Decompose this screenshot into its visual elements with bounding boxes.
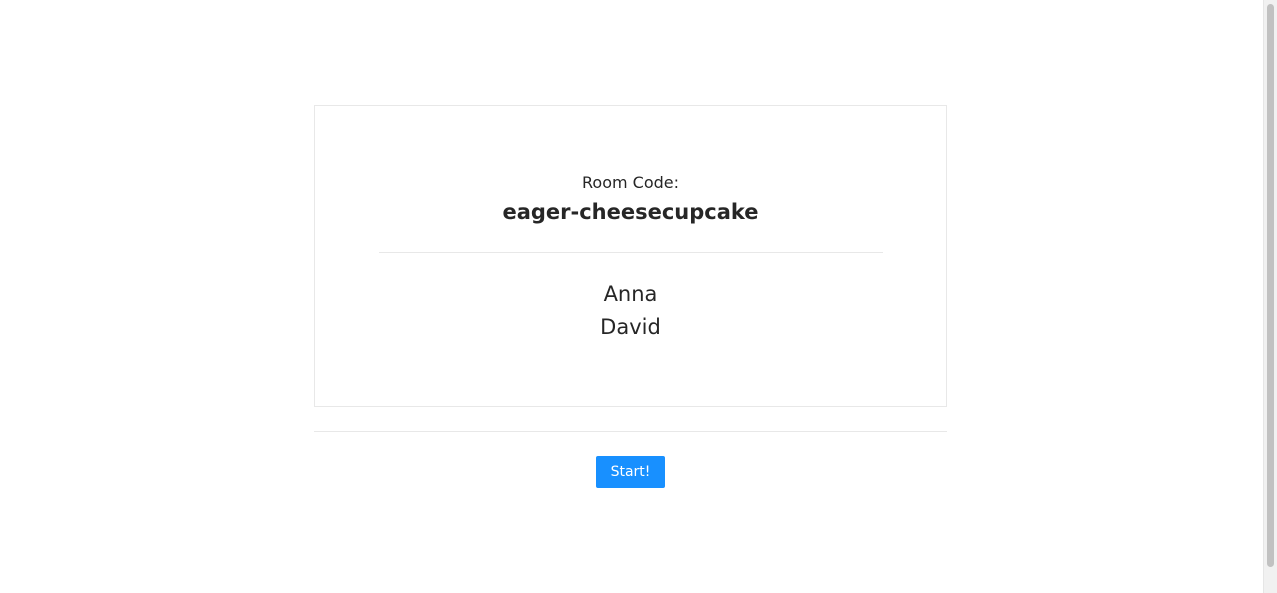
player-list: Anna David [315,278,946,344]
scrollbar-thumb[interactable] [1267,4,1274,567]
card-divider [379,252,883,253]
player-name: Anna [603,282,658,306]
room-code-label: Room Code: [582,173,679,192]
room-code: eager-cheesecupcake [502,200,759,224]
player-name: David [600,315,661,339]
start-button[interactable]: Start! [596,456,665,488]
room-card: Room Code: eager-cheesecupcake Anna Davi… [314,105,947,407]
vertical-scrollbar[interactable] [1263,0,1277,593]
page-divider [314,431,947,432]
page: Room Code: eager-cheesecupcake Anna Davi… [0,0,1277,593]
